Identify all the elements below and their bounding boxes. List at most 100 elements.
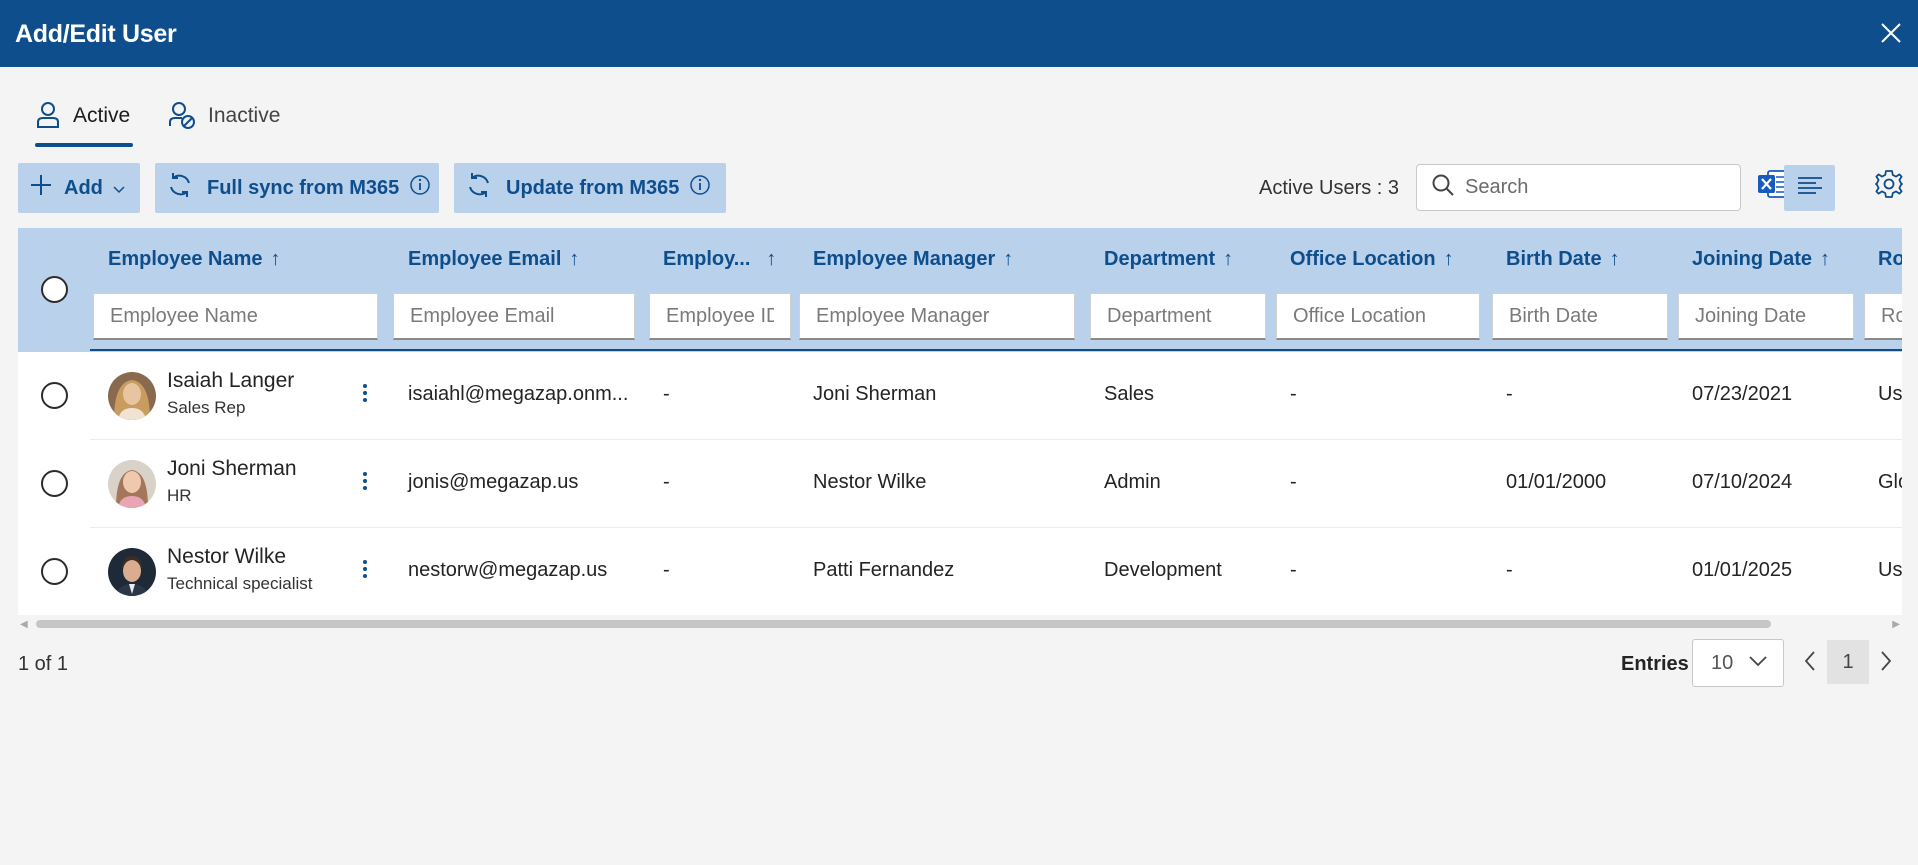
page-number-button[interactable]: 1 xyxy=(1827,640,1869,684)
chevron-down-icon xyxy=(1749,654,1767,672)
tab-active-indicator xyxy=(35,143,133,147)
column-title: Department xyxy=(1104,248,1216,270)
cell-joining-date: 07/23/2021 xyxy=(1692,383,1793,405)
column-header-office-location[interactable]: Office Location ↑ xyxy=(1290,248,1454,271)
scroll-left-icon[interactable]: ◀ xyxy=(20,619,28,630)
info-icon[interactable] xyxy=(409,174,431,202)
table-row[interactable]: Isaiah Langer Sales Rep isaiahl@megazap.… xyxy=(18,352,1902,440)
chevron-right-icon xyxy=(1880,650,1892,677)
row-select-radio[interactable] xyxy=(41,558,68,585)
gear-icon xyxy=(1873,168,1905,205)
sync-icon xyxy=(466,171,492,205)
employee-role: Sales Rep xyxy=(167,398,246,417)
sort-arrow-icon: ↑ xyxy=(1609,248,1620,270)
column-title: Joining Date xyxy=(1692,248,1813,270)
more-options-icon[interactable] xyxy=(360,557,370,587)
cell-role: Us xyxy=(1878,383,1902,405)
dialog-title: Add/Edit User xyxy=(15,20,177,48)
entries-select[interactable]: 10 xyxy=(1692,639,1784,687)
filter-role[interactable] xyxy=(1864,293,1902,340)
filter-employee-name[interactable] xyxy=(93,293,378,340)
column-title: Employee Email xyxy=(408,248,562,270)
sync-icon xyxy=(167,171,193,205)
column-title: Birth Date xyxy=(1506,248,1602,270)
page-info: 1 of 1 xyxy=(18,653,69,675)
column-header-employee-manager[interactable]: Employee Manager ↑ xyxy=(813,248,1013,271)
add-button[interactable]: Add xyxy=(18,163,140,213)
full-sync-button[interactable]: Full sync from M365 xyxy=(155,163,439,213)
sort-arrow-icon: ↑ xyxy=(766,248,777,270)
table-header: Employee Name ↑ Employee Email ↑ Employ...… xyxy=(18,228,1902,352)
row-select-radio[interactable] xyxy=(41,470,68,497)
more-options-icon[interactable] xyxy=(360,381,370,411)
scroll-right-icon[interactable]: ▶ xyxy=(1892,619,1900,630)
cell-department: Admin xyxy=(1104,471,1161,493)
cell-role: Us xyxy=(1878,559,1902,581)
update-label: Update from M365 xyxy=(506,176,680,199)
row-select-radio[interactable] xyxy=(41,382,68,409)
employee-role: Technical specialist xyxy=(167,574,313,593)
more-options-icon[interactable] xyxy=(360,469,370,499)
update-from-m365-button[interactable]: Update from M365 xyxy=(454,163,726,213)
column-view-button[interactable] xyxy=(1784,165,1835,211)
search-icon xyxy=(1431,173,1455,202)
search-input[interactable] xyxy=(1465,176,1725,199)
settings-button[interactable] xyxy=(1871,168,1907,204)
close-icon[interactable] xyxy=(1880,22,1902,44)
person-icon xyxy=(35,100,61,135)
cell-email: nestorw@megazap.us xyxy=(408,559,608,581)
users-table: Employee Name ↑ Employee Email ↑ Employ...… xyxy=(18,228,1902,615)
cell-email: isaiahl@megazap.onm... xyxy=(408,383,629,405)
employee-name: Isaiah Langer xyxy=(167,369,295,392)
tab-active[interactable]: Active xyxy=(35,100,133,147)
column-header-department[interactable]: Department ↑ xyxy=(1104,248,1233,271)
select-all-radio[interactable] xyxy=(41,276,68,303)
column-title: Ro xyxy=(1878,248,1902,270)
column-title: Employee Manager xyxy=(813,248,996,270)
cell-joining-date: 07/10/2024 xyxy=(1692,471,1793,493)
employee-name: Nestor Wilke xyxy=(167,545,287,568)
column-header-employee-id[interactable]: Employ... ↑ xyxy=(663,248,776,271)
chevron-down-icon xyxy=(113,177,125,200)
tab-label: Active xyxy=(73,104,131,127)
sort-arrow-icon: ↑ xyxy=(270,248,281,270)
column-header-employee-name[interactable]: Employee Name ↑ xyxy=(108,248,281,271)
horizontal-scrollbar[interactable]: ◀ ▶ xyxy=(18,617,1902,630)
tab-label: Inactive xyxy=(208,104,281,127)
filter-department[interactable] xyxy=(1090,293,1266,340)
column-title: Employee Name xyxy=(108,248,263,270)
filter-employee-email[interactable] xyxy=(393,293,635,340)
avatar xyxy=(108,548,156,596)
column-header-role[interactable]: Ro xyxy=(1878,248,1902,271)
filter-employee-id[interactable] xyxy=(649,293,791,340)
table-row[interactable]: Joni Sherman HR jonis@megazap.us - Nesto… xyxy=(18,440,1902,528)
filter-office-location[interactable] xyxy=(1276,293,1480,340)
cell-manager: Nestor Wilke xyxy=(813,471,927,493)
cell-birth-date: 01/01/2000 xyxy=(1506,471,1607,493)
info-icon[interactable] xyxy=(689,174,711,202)
filter-employee-manager[interactable] xyxy=(799,293,1075,340)
cell-office-location: - xyxy=(1290,559,1297,581)
search-box[interactable] xyxy=(1416,164,1741,211)
column-header-joining-date[interactable]: Joining Date ↑ xyxy=(1692,248,1830,271)
cell-joining-date: 01/01/2025 xyxy=(1692,559,1793,581)
cell-employee-id: - xyxy=(663,383,670,405)
column-header-birth-date[interactable]: Birth Date ↑ xyxy=(1506,248,1620,271)
employee-name: Joni Sherman xyxy=(167,457,297,480)
cell-employee-id: - xyxy=(663,559,670,581)
column-header-employee-email[interactable]: Employee Email ↑ xyxy=(408,248,579,271)
filter-joining-date[interactable] xyxy=(1678,293,1854,340)
scrollbar-thumb[interactable] xyxy=(36,620,1771,628)
plus-icon xyxy=(30,174,52,202)
tab-inactive[interactable]: Inactive xyxy=(168,100,280,146)
person-disabled-icon xyxy=(168,100,196,135)
sort-arrow-icon: ↑ xyxy=(1820,248,1831,270)
next-page-button[interactable] xyxy=(1873,648,1899,678)
employee-role: HR xyxy=(167,486,192,505)
entries-label: Entries xyxy=(1621,653,1689,675)
table-row[interactable]: Nestor Wilke Technical specialist nestor… xyxy=(18,528,1902,615)
add-label: Add xyxy=(64,176,103,199)
cell-office-location: - xyxy=(1290,471,1297,493)
filter-birth-date[interactable] xyxy=(1492,293,1668,340)
previous-page-button[interactable] xyxy=(1797,648,1823,678)
